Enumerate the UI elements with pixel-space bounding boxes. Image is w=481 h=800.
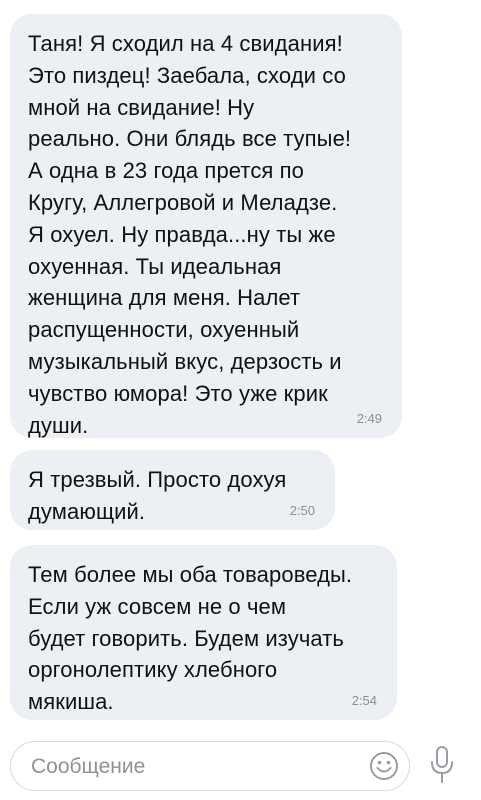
message-input-placeholder: Сообщение [31,755,146,778]
message-time: 2:49 [356,411,382,426]
message-input[interactable]: Сообщение [10,741,410,791]
message-text: Я трезвый. Просто дохуя думающий. [28,467,287,524]
message-time: 2:50 [289,503,315,518]
message-bubble[interactable]: Я трезвый. Просто дохуя думающий. 2:50 [10,450,335,530]
microphone-icon[interactable] [428,745,456,785]
message-thread: Таня! Я сходил на 4 свидания! Это пиздец… [0,0,481,730]
message-text: Таня! Я сходил на 4 свидания! Это пиздец… [28,31,352,438]
message-composer: Сообщение [0,735,481,800]
message-time: 2:54 [351,693,377,708]
smiley-icon[interactable] [369,751,399,781]
message-text: Тем более мы оба товароведы. Если уж сов… [28,562,353,715]
message-bubble[interactable]: Таня! Я сходил на 4 свидания! Это пиздец… [10,14,402,438]
message-bubble[interactable]: Тем более мы оба товароведы. Если уж сов… [10,545,397,720]
